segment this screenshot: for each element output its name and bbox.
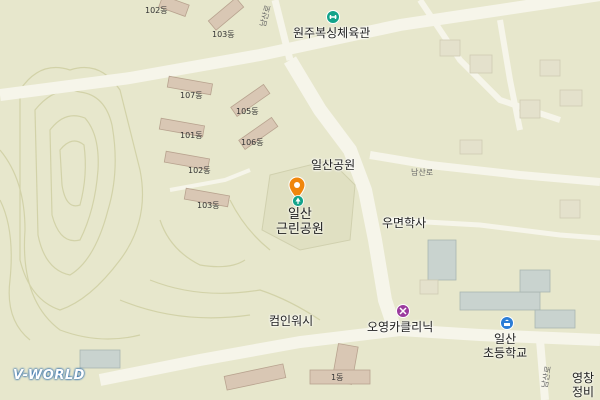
poi-label-oyoung-clinic[interactable]: 오영카클리닉 bbox=[367, 321, 433, 333]
vworld-logo: V-WORLD bbox=[13, 368, 85, 383]
poi-label-umyeon-academy[interactable]: 우면학사 bbox=[382, 217, 426, 229]
building-label-106: 106동 bbox=[241, 138, 264, 147]
building-label-103: 103동 bbox=[212, 30, 235, 39]
school-name-line2: 초등학교 bbox=[483, 346, 528, 360]
poi-label-coin-wash[interactable]: 컴인워시 bbox=[269, 315, 313, 327]
park-name-line1: 일산 bbox=[287, 207, 312, 222]
park-name-line2: 근린공원 bbox=[276, 222, 324, 237]
road-label-namsan: 남산로 bbox=[411, 168, 434, 177]
poi-label-yeongchang[interactable]: 영창 정비 bbox=[572, 372, 594, 398]
yeongchang-line1: 영창 bbox=[572, 371, 595, 385]
building-label-103b: 103동 bbox=[197, 201, 220, 210]
building-label-102b: 102동 bbox=[188, 166, 211, 175]
building-label-107: 107동 bbox=[180, 91, 203, 100]
map-canvas[interactable]: 102동 103동 107동 105동 101동 106동 102동 103동 … bbox=[0, 0, 600, 400]
poi-label-sports-center[interactable]: 원주복싱체육관 bbox=[293, 27, 370, 39]
poi-label-ilsan-neighborhood-park[interactable]: 일산 근린공원 bbox=[276, 208, 324, 236]
building-label-102: 102동 bbox=[145, 6, 168, 15]
school-name-line1: 일산 bbox=[494, 332, 517, 346]
poi-label-ilsan-park[interactable]: 일산공원 bbox=[311, 159, 355, 171]
building-label-101: 101동 bbox=[180, 131, 203, 140]
yeongchang-line2: 정비 bbox=[572, 385, 595, 399]
building-label-105: 105동 bbox=[236, 107, 259, 116]
poi-label-ilsan-elementary[interactable]: 일산 초등학교 bbox=[483, 333, 527, 359]
building-label-1: 1동 bbox=[331, 373, 344, 382]
